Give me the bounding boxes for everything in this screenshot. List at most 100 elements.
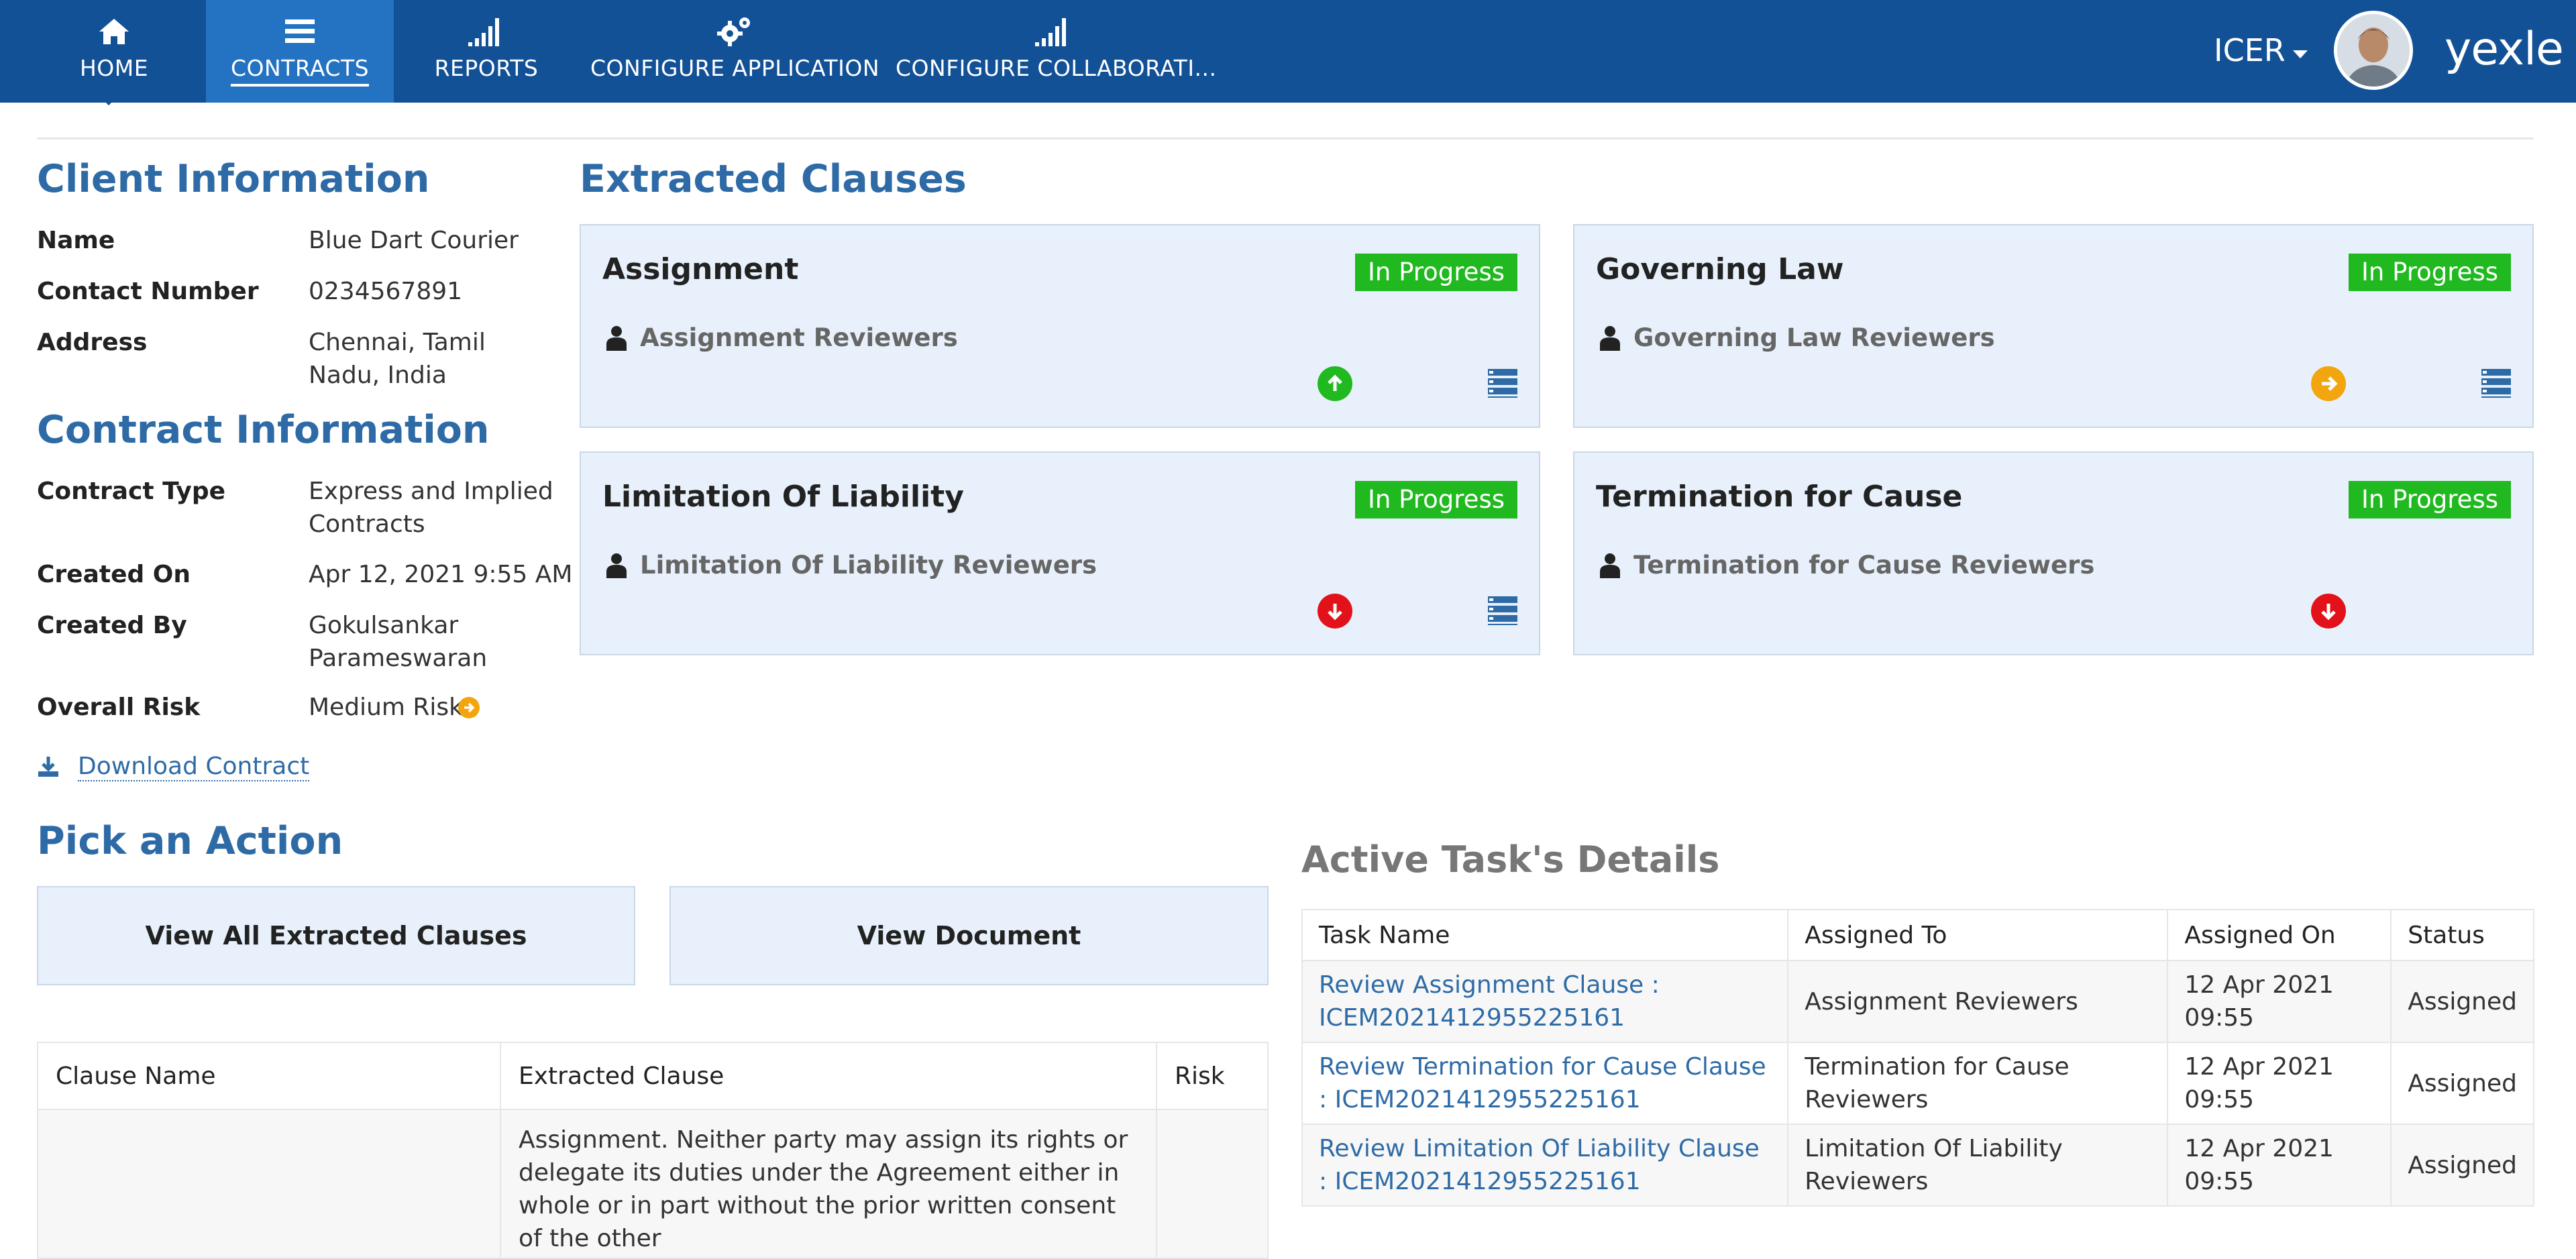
nav-home-label: HOME [79,55,149,81]
assigned-on-cell: 12 Apr 2021 09:55 [2167,960,2392,1043]
home-icon [44,15,184,48]
download-icon[interactable] [37,755,60,778]
breadcrumb-caret-icon [102,97,115,106]
assigned-on-header: Assigned On [2167,909,2392,961]
signal-bars-icon [416,15,557,48]
extracted-clause-cell: Assignment. Neither party may assign its… [500,1109,1157,1259]
address-value: Chennai, Tamil Nadu, India [309,329,486,389]
brand-logo: yexle [2445,23,2564,76]
status-badge: In Progress [2348,481,2511,518]
view-document-button[interactable]: View Document [669,886,1269,985]
arrow-right-icon [2311,366,2346,401]
created-on-label: Created On [37,561,191,588]
status-cell: Assigned [2390,960,2534,1043]
arrow-right-icon [458,697,480,718]
task-name-link[interactable]: Review Assignment Clause : ICEM202141295… [1301,960,1789,1043]
contact-number-value: 0234567891 [309,278,463,305]
status-badge: In Progress [1354,481,1517,518]
active-tasks-title: Active Task's Details [1301,838,1720,881]
overall-risk-label: Overall Risk [37,694,201,721]
clause-card-governing-law[interactable]: Governing Law In Progress Governing Law … [1573,224,2534,428]
reviewers-label: Assignment Reviewers [640,323,958,352]
table-row[interactable]: Assignment. Neither party may assign its… [37,1109,1269,1259]
gears-icon [590,15,879,48]
nav-reports[interactable]: REPORTS [416,0,557,103]
clause-card-termination-for-cause[interactable]: Termination for Cause In Progress Termin… [1573,451,2534,655]
view-all-clauses-button[interactable]: View All Extracted Clauses [37,886,635,985]
user-menu[interactable]: ICER [2214,32,2286,68]
name-label: Name [37,227,115,254]
download-contract-link[interactable]: Download Contract [78,753,310,781]
reviewers-row: Limitation Of Liability Reviewers [606,551,1097,580]
reviewers-label: Governing Law Reviewers [1633,323,1995,352]
status-cell: Assigned [2390,1042,2534,1125]
clause-card-limitation-of-liability[interactable]: Limitation Of Liability In Progress Limi… [580,451,1540,655]
nav-configure-collaboration[interactable]: CONFIGURE COLLABORATI... [896,0,1217,103]
assigned-to-cell: Limitation Of Liability Reviewers [1787,1124,2169,1207]
clause-card-title: Limitation Of Liability [602,480,964,514]
brand-logo-text: yexle [2445,23,2564,76]
clause-card-title: Assignment [602,252,799,286]
user-icon [1600,553,1620,578]
tasks-table: Task Name Assigned To Assigned On Status… [1301,909,2534,1207]
contract-info-title: Contract Information [37,408,490,452]
risk-cell [1156,1109,1269,1259]
avatar[interactable] [2334,11,2413,90]
table-row[interactable]: Review Assignment Clause : ICEM202141295… [1301,960,2534,1043]
created-on-value: Apr 12, 2021 9:55 AM [309,561,573,588]
contract-type-label: Contract Type [37,478,226,505]
overall-risk-value: Medium Risk [309,694,464,721]
signal-bars-icon [896,15,1211,48]
nav-configure-collaboration-label: CONFIGURE COLLABORATI... [896,55,1217,81]
clause-name-header: Clause Name [37,1042,501,1110]
status-badge: In Progress [1354,254,1517,291]
assigned-on-cell: 12 Apr 2021 09:55 [2167,1124,2392,1207]
clause-name-cell [37,1109,501,1259]
nav-contracts-label: CONTRACTS [230,55,370,87]
address-label: Address [37,329,148,356]
nav-home[interactable]: HOME [44,0,184,103]
assigned-to-header: Assigned To [1787,909,2169,961]
details-list-icon[interactable] [1488,595,1517,626]
assigned-to-cell: Assignment Reviewers [1787,960,2169,1043]
details-list-icon[interactable] [2481,368,2511,398]
status-header: Status [2390,909,2534,961]
assigned-to-cell: Termination for Cause Reviewers [1787,1042,2169,1125]
menu-icon [206,15,394,48]
reviewers-row: Governing Law Reviewers [1600,323,1995,352]
nav-configure-application-label: CONFIGURE APPLICATION [590,55,880,81]
divider [37,138,2534,140]
table-row[interactable]: Review Limitation Of Liability Clause : … [1301,1124,2534,1207]
status-badge: In Progress [2348,254,2511,291]
nav-configure-application[interactable]: CONFIGURE APPLICATION [590,0,879,103]
client-info-title: Client Information [37,157,430,201]
pick-action-title: Pick an Action [37,819,343,863]
extracted-clauses-title: Extracted Clauses [580,157,967,201]
clause-card-title: Termination for Cause [1596,480,1963,514]
user-icon [606,325,627,351]
task-name-header: Task Name [1301,909,1789,961]
contact-number-label: Contact Number [37,278,259,305]
clause-card-title: Governing Law [1596,252,1844,286]
table-row[interactable]: Review Termination for Cause Clause : IC… [1301,1042,2534,1125]
top-nav: HOME CONTRACTS REPORTS CONFIGURE APPLICA… [0,0,2576,103]
chevron-down-icon[interactable] [2293,50,2308,58]
nav-contracts[interactable]: CONTRACTS [206,0,394,103]
details-list-icon[interactable] [1488,368,1517,398]
reviewers-label: Limitation Of Liability Reviewers [640,551,1097,580]
task-name-link[interactable]: Review Limitation Of Liability Clause : … [1301,1124,1789,1207]
created-by-label: Created By [37,612,187,639]
status-cell: Assigned [2390,1124,2534,1207]
task-name-link[interactable]: Review Termination for Cause Clause : IC… [1301,1042,1789,1125]
user-icon [1600,325,1620,351]
clause-card-assignment[interactable]: Assignment In Progress Assignment Review… [580,224,1540,428]
created-by-value: Gokulsankar Parameswaran [309,612,488,672]
arrow-down-icon [1318,594,1352,628]
contract-type-value: Express and Implied Contracts [309,478,553,538]
arrow-up-icon [1318,366,1352,401]
assigned-on-cell: 12 Apr 2021 09:55 [2167,1042,2392,1125]
reviewers-row: Termination for Cause Reviewers [1600,551,2094,580]
reviewers-label: Termination for Cause Reviewers [1633,551,2095,580]
nav-reports-label: REPORTS [434,55,539,81]
user-icon [606,553,627,578]
